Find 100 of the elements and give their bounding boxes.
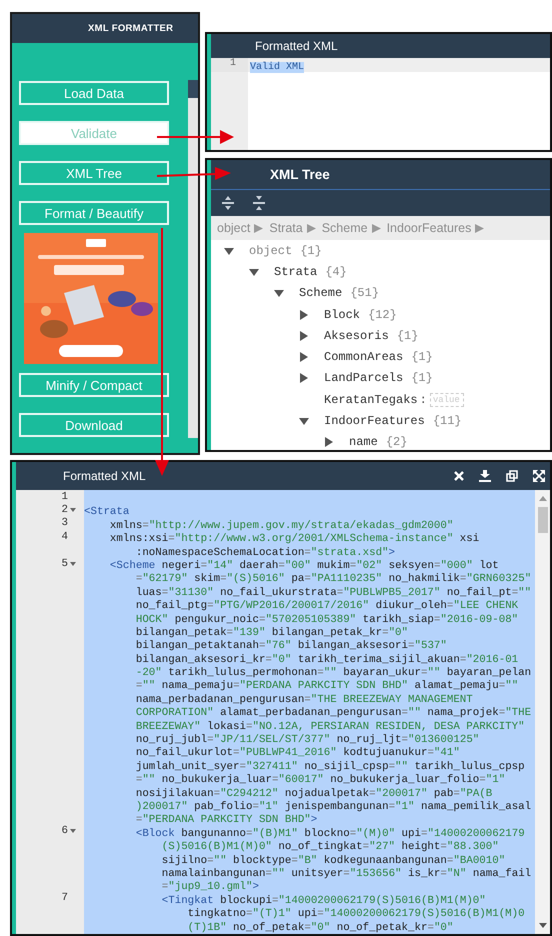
separator-arrow-icon xyxy=(306,224,316,232)
code-line: namalainbangunan="" unitsyer="153656" is_kr="N" nama_fail xyxy=(160,868,532,880)
app-title: XML FORMATTER xyxy=(88,23,174,34)
breadcrumb-item[interactable]: object xyxy=(217,221,250,235)
close-icon[interactable] xyxy=(454,471,464,481)
panel-title: Formatted XML xyxy=(255,39,338,53)
code-line: (S)5016(B)M1(M)0" no_of_tingkat="27" height="88.300" xyxy=(160,841,499,854)
sidebar-button[interactable]: XML Tree xyxy=(19,161,169,185)
code-line: bilangan_petaktanah="76" bilangan_aksesori="537" xyxy=(134,640,447,652)
code-line: nosijilakuan="C294212" nojadualpetak="200017" pab="PA(B xyxy=(134,788,492,800)
tree-node-key[interactable]: CommonAreas xyxy=(324,350,404,364)
code-line: <Strata xyxy=(84,506,130,518)
expand-caret-icon[interactable] xyxy=(299,352,309,362)
child-count: {12} xyxy=(368,308,397,322)
tree-node-key[interactable]: Scheme xyxy=(299,286,342,300)
code-line: <Tingkat blockupi="14000200062179(S)5016(B)M1(M)0" xyxy=(160,894,486,907)
child-count: {11} xyxy=(432,414,462,428)
collapse-caret-icon[interactable] xyxy=(274,288,284,298)
sidebar-button[interactable]: Download xyxy=(19,413,169,437)
line-number: 7 xyxy=(62,892,68,904)
tree-node-key[interactable]: LandParcels xyxy=(324,371,404,386)
code-line: bilangan_aksesori_kr="0" tarikh_terima_sijil_akuan="2016-01 xyxy=(134,654,518,666)
code-line: (T)1B" no_of_petak="0" no_of_petak_kr="0" xyxy=(186,922,454,934)
code-line: nama_perbadanan_pengurusan="THE BREEZEWAY MANAGEMENT xyxy=(134,694,473,706)
collapse-caret-icon[interactable] xyxy=(249,266,259,277)
expand-caret-icon[interactable] xyxy=(324,437,334,448)
child-count: {1} xyxy=(300,244,322,258)
breadcrumb-item[interactable]: Scheme xyxy=(322,221,368,235)
expand-caret-icon[interactable] xyxy=(299,310,309,320)
code-line: -20" tarikh_lulus_permohonan="" bayaran_ukur="" bayaran_pelan xyxy=(134,667,532,680)
scrollbar[interactable] xyxy=(535,490,550,934)
code-line: ="PERDANA PARKCITY SDN BHD"> xyxy=(134,814,318,826)
sidebar-button[interactable]: Validate xyxy=(19,121,169,145)
code-line: )200017" pab_folio="1" jenispembangunan="1" nama_pemilik_asal xyxy=(134,800,532,813)
code-line: CORPORATION" alamat_perbadanan_pengurusan="" nama_projek="THE xyxy=(134,707,532,720)
code-line: <Block bangunanno="(B)M1" blockno="(M)0" upi="14000200062179 xyxy=(134,828,525,840)
tree-node-key[interactable]: name xyxy=(349,435,378,450)
panel-title: XML Tree xyxy=(270,167,330,182)
line-number: 2 xyxy=(62,504,68,516)
breadcrumb-item[interactable]: Strata xyxy=(269,221,303,235)
scroll-thumb[interactable] xyxy=(538,507,548,533)
code-line: BREEZEWAY" lokasi="NO.12A, PERSIARAN RESIDEN, DESA PARKCITY" xyxy=(134,720,525,733)
child-count: {1} xyxy=(396,328,418,343)
fold-caret-icon[interactable] xyxy=(70,562,76,566)
fullscreen-icon[interactable] xyxy=(533,470,545,482)
tree-node-key[interactable]: object xyxy=(249,244,292,258)
expand-caret-icon[interactable] xyxy=(299,330,309,341)
collapse-all-icon[interactable] xyxy=(252,195,266,211)
result-text: Valid XML xyxy=(250,62,304,73)
key-separator: : xyxy=(420,392,427,407)
code-line: ="62179" skim="(S)5016" pa="PA1110235" no_hakmilik="GRN60325" xyxy=(134,573,532,586)
download-icon[interactable] xyxy=(479,470,491,482)
copy-icon[interactable] xyxy=(506,470,518,482)
fold-caret-icon[interactable] xyxy=(70,829,76,834)
child-count: {4} xyxy=(325,264,347,279)
separator-arrow-icon xyxy=(475,224,484,232)
line-number: 3 xyxy=(62,517,68,530)
scroll-down-icon[interactable] xyxy=(538,923,546,928)
child-count: {1} xyxy=(411,350,433,364)
tree-node-key[interactable]: KeratanTegaks xyxy=(324,392,418,407)
code-line: no_fail_ukurlot="PUBLWP41_2016" kodtujuanukur="41" xyxy=(134,747,460,760)
code-line: jumlah_unit_syer="327411" no_sijil_cpsp="" tarikh_lulus_cpsp xyxy=(134,760,525,773)
tree-node-key[interactable]: Strata xyxy=(274,264,318,279)
code-line: xmlns:xsi="http://www.w3.org/2001/XMLSchema-instance" xsi xyxy=(108,533,480,546)
scroll-up-icon[interactable] xyxy=(538,496,546,501)
line-number: 6 xyxy=(62,825,68,838)
code-line: bilangan_petak="139" bilangan_petak_kr="0" xyxy=(134,626,408,639)
code-line: luas="31130" no_fail_ukurstrata="PUBLWPB5_2017" no_fail_pt="" xyxy=(134,586,532,599)
code-line: ="jup9_10.gml"> xyxy=(160,881,259,894)
sidebar-button[interactable]: Load Data xyxy=(19,81,169,105)
breadcrumb-item[interactable]: IndoorFeatures xyxy=(386,221,472,235)
line-number: 1 xyxy=(211,58,248,72)
collapse-caret-icon[interactable] xyxy=(299,416,309,426)
code-line: :noNamespaceSchemaLocation="strata.xsd"> xyxy=(134,546,396,559)
code-line: HOCK" pengukur_noic="570205105389" tarikh_siap="2016-09-08" xyxy=(134,614,518,626)
separator-arrow-icon xyxy=(254,224,264,232)
code-line: tingkatno="(T)1" upi="14000200062179(S)5016(B)M1(M)0 xyxy=(186,908,525,920)
code-line: <Scheme negeri="14" daerah="00" mukim="02" seksyen="000" lot xyxy=(108,560,499,572)
expand-all-icon[interactable] xyxy=(221,195,235,211)
child-count: {2} xyxy=(386,435,408,450)
code-line: xmlns="http://www.jupem.gov.my/strata/ekadas_gdm2000" xyxy=(108,520,454,532)
code-line: no_ruj_jubl="JP/11/SEL/ST/377" no_ruj_ljt="013600125" xyxy=(134,734,480,746)
separator-arrow-icon xyxy=(372,224,381,232)
collapse-caret-icon[interactable] xyxy=(224,246,234,256)
code-line: no_fail_ptg="PTG/WP2016/200017/2016" diukur_oleh="LEE CHENK xyxy=(134,600,518,612)
code-line: ="" nama_pemaju="PERDANA PARKCITY SDN BHD" alamat_pemaju="" xyxy=(134,680,518,692)
expand-caret-icon[interactable] xyxy=(299,373,309,384)
fold-caret-icon[interactable] xyxy=(70,508,76,512)
line-number: 5 xyxy=(62,558,68,570)
code-line: sijilno="" blocktype="B" kodkegunaanbangunan="BA0010" xyxy=(160,854,506,867)
line-number: 1 xyxy=(62,490,68,503)
tree-node-key[interactable]: IndoorFeatures xyxy=(324,414,425,428)
panel-title: Formatted XML xyxy=(63,469,146,483)
child-count: {51} xyxy=(350,286,380,300)
tree-node-key[interactable]: Block xyxy=(324,308,360,322)
sidebar-button[interactable]: Minify / Compact xyxy=(19,373,169,397)
child-count: {1} xyxy=(411,371,433,386)
sidebar-button[interactable]: Format / Beautify xyxy=(19,201,169,225)
line-number: 4 xyxy=(62,530,68,543)
tree-node-key[interactable]: Aksesoris xyxy=(324,328,389,343)
